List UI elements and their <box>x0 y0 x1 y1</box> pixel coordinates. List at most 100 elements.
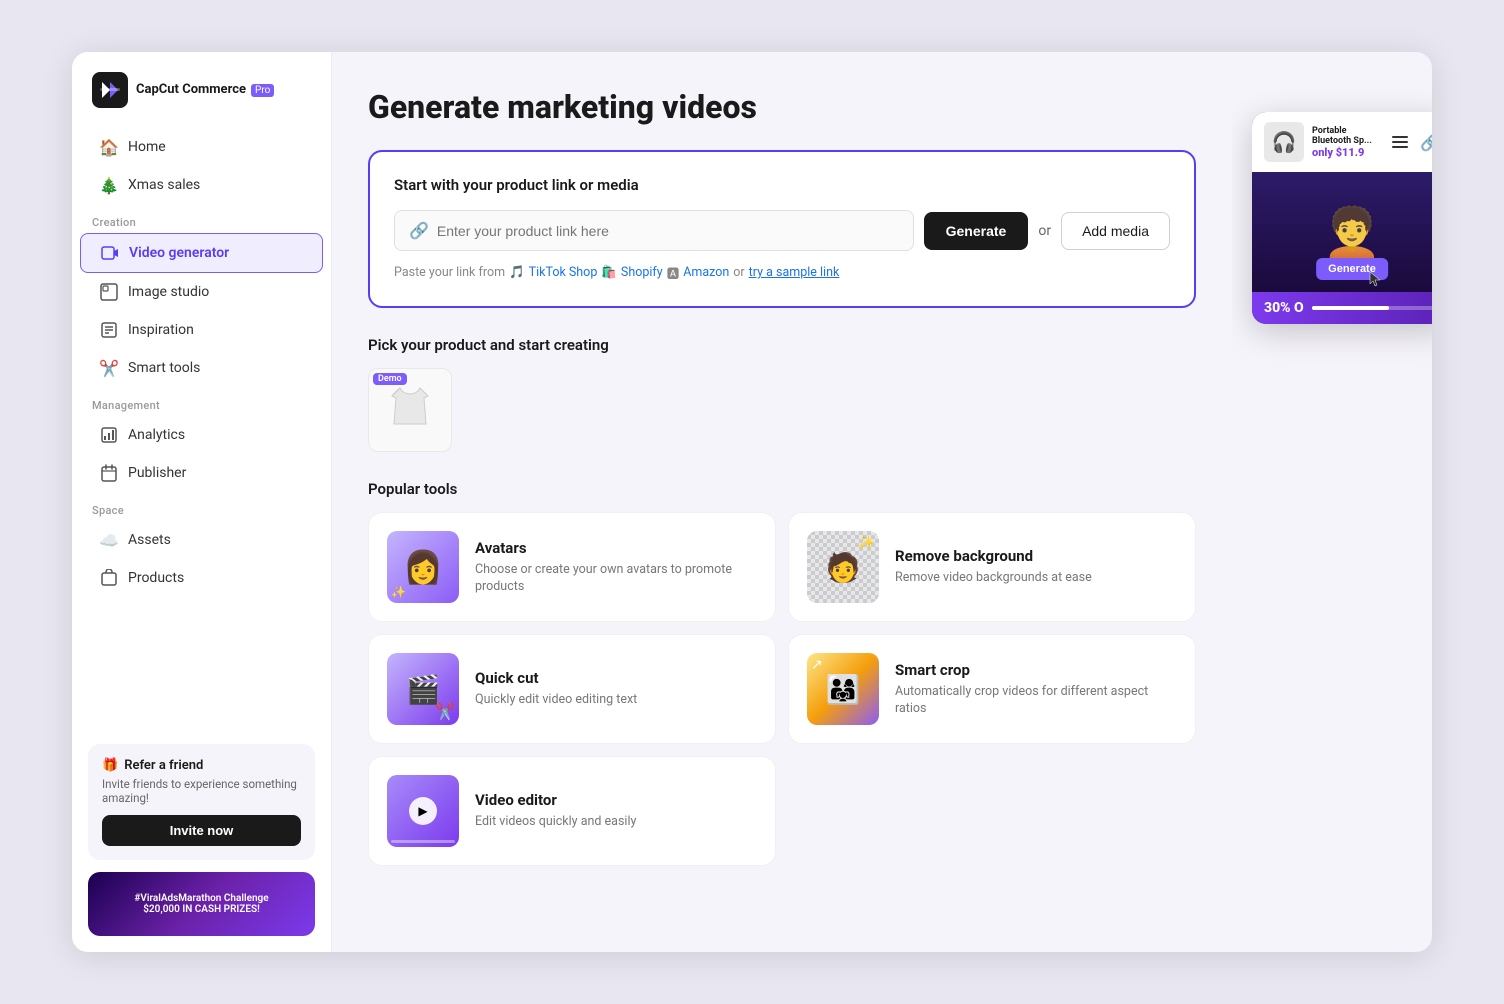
sidebar-item-assets-label: Assets <box>128 532 171 548</box>
sidebar-item-home[interactable]: 🏠 Home <box>80 128 323 166</box>
sidebar-item-products[interactable]: Products <box>80 559 323 597</box>
tool-thumb-quickcut: 🎬 ✂️ <box>387 653 459 725</box>
preview-link-icon: 🔗 <box>1420 133 1432 152</box>
tool-card-smart-crop[interactable]: 👨‍👩‍👧 ↗ Smart crop Automatically crop vi… <box>788 634 1196 744</box>
try-sample-link[interactable]: try a sample link <box>749 265 840 280</box>
remove-bg-person: 🧑 <box>826 551 861 584</box>
preview-video-area: 🧑‍🦱 ✦ ✦ Generate <box>1252 172 1432 292</box>
tool-desc-remove-background: Remove video backgrounds at ease <box>895 569 1177 587</box>
amazon-link[interactable]: Amazon <box>683 265 729 280</box>
sidebar-item-products-label: Products <box>128 570 184 586</box>
preview-product-info: Portable Bluetooth Sp... only $11.9 <box>1312 126 1380 159</box>
logo-pro-badge: Pro <box>251 84 274 97</box>
tools-grid: 👩 ✨ Avatars Choose or create your own av… <box>368 512 1196 866</box>
crop-people-icon: 👨‍👩‍👧 <box>826 673 861 706</box>
sidebar-item-inspiration[interactable]: Inspiration <box>80 311 323 349</box>
page-title: Generate marketing videos <box>368 88 1196 126</box>
analytics-icon <box>100 426 118 444</box>
tool-thumb-remove-bg: 🧑 ✨ <box>807 531 879 603</box>
product-grid: Demo <box>368 368 1196 452</box>
logo-area: CapCut Commerce Pro <box>72 72 331 128</box>
tool-desc-smart-crop: Automatically crop videos for different … <box>895 683 1177 718</box>
sale-progress-bar <box>1312 306 1432 310</box>
tool-name-avatars: Avatars <box>475 539 757 557</box>
management-section-label: Management <box>72 387 331 416</box>
tool-name-remove-background: Remove background <box>895 547 1177 565</box>
tiktokshop-link[interactable]: TikTok Shop <box>529 265 598 280</box>
sidebar-item-image-studio-label: Image studio <box>128 284 209 300</box>
product-link-input[interactable] <box>437 223 899 239</box>
creation-section-label: Creation <box>72 204 331 233</box>
invite-button[interactable]: Invite now <box>102 815 301 846</box>
preview-sale-text: 30% O <box>1264 300 1304 316</box>
link-input-wrap[interactable]: 🔗 <box>394 210 914 251</box>
sale-progress-fill <box>1312 306 1389 310</box>
avatar-badge-icon: ✨ <box>391 585 406 599</box>
cursor-indicator <box>1368 270 1382 288</box>
product-card-shirt[interactable]: Demo <box>368 368 452 452</box>
preview-card: 🎧 Portable Bluetooth Sp... only $11.9 🔗 … <box>1252 112 1432 324</box>
assets-icon: ☁️ <box>100 531 118 549</box>
timeline-bar <box>391 840 455 843</box>
tool-name-quick-cut: Quick cut <box>475 669 757 687</box>
sidebar-item-analytics[interactable]: Analytics <box>80 416 323 454</box>
promo-hashtag: #ViralAdsMarathon Challenge <box>134 893 268 904</box>
sidebar-item-assets[interactable]: ☁️ Assets <box>80 521 323 559</box>
preview-product-price: only $11.9 <box>1312 146 1380 159</box>
tool-info-quick-cut: Quick cut Quickly edit video editing tex… <box>475 669 757 709</box>
tool-thumb-smart-crop: 👨‍👩‍👧 ↗ <box>807 653 879 725</box>
sidebar-bottom: 🎁 Refer a friend Invite friends to exper… <box>72 728 331 952</box>
sidebar-item-analytics-label: Analytics <box>128 427 185 443</box>
sidebar-item-image-studio[interactable]: Image studio <box>80 273 323 311</box>
or-text: or <box>1038 223 1051 239</box>
sidebar-item-video-generator-label: Video generator <box>129 245 229 261</box>
refer-card: 🎁 Refer a friend Invite friends to exper… <box>88 744 315 860</box>
generate-button[interactable]: Generate <box>924 212 1029 250</box>
product-link-subtitle: Start with your product link or media <box>394 176 1170 194</box>
tool-name-video-editor: Video editor <box>475 791 757 809</box>
demo-badge: Demo <box>373 373 407 385</box>
sidebar-item-smart-tools-label: Smart tools <box>128 360 200 376</box>
preview-product-name: Portable Bluetooth Sp... <box>1312 126 1380 146</box>
xmas-icon: 🎄 <box>100 176 118 194</box>
sidebar-item-inspiration-label: Inspiration <box>128 322 194 338</box>
tool-info-avatars: Avatars Choose or create your own avatar… <box>475 539 757 596</box>
image-studio-icon <box>100 283 118 301</box>
sidebar-item-smart-tools[interactable]: ✂️ Smart tools <box>80 349 323 387</box>
paste-hint: Paste your link from 🎵 TikTok Shop 🛍️ Sh… <box>394 263 1170 282</box>
logo-name: CapCut Commerce <box>136 82 246 98</box>
sidebar-item-publisher[interactable]: Publisher <box>80 454 323 492</box>
tool-thumb-avatars: 👩 ✨ <box>387 531 459 603</box>
pick-product-title: Pick your product and start creating <box>368 336 1196 354</box>
tool-card-avatars[interactable]: 👩 ✨ Avatars Choose or create your own av… <box>368 512 776 622</box>
tool-card-remove-background[interactable]: 🧑 ✨ Remove background Remove video backg… <box>788 512 1196 622</box>
sidebar: CapCut Commerce Pro 🏠 Home 🎄 Xmas sales … <box>72 52 332 952</box>
sparkle-icon: ✨ <box>858 535 875 551</box>
sidebar-item-video-generator[interactable]: Video generator <box>80 233 323 273</box>
tool-desc-video-editor: Edit videos quickly and easily <box>475 813 757 831</box>
refer-title: 🎁 Refer a friend <box>102 758 301 773</box>
tool-info-video-editor: Video editor Edit videos quickly and eas… <box>475 791 757 831</box>
sidebar-item-publisher-label: Publisher <box>128 465 186 481</box>
tool-desc-avatars: Choose or create your own avatars to pro… <box>475 561 757 596</box>
space-section-label: Space <box>72 492 331 521</box>
refer-description: Invite friends to experience something a… <box>102 777 301 805</box>
tool-card-video-editor[interactable]: ▶ Video editor Edit videos quickly and e… <box>368 756 776 866</box>
cut-icon: 🎬 <box>406 673 441 706</box>
crop-arrow-icon: ↗ <box>811 657 823 673</box>
sidebar-item-xmas[interactable]: 🎄 Xmas sales <box>80 166 323 204</box>
tool-desc-quick-cut: Quickly edit video editing text <box>475 691 757 709</box>
popular-tools-title: Popular tools <box>368 480 1196 498</box>
input-row: 🔗 Generate or Add media <box>394 210 1170 251</box>
promo-banner[interactable]: #ViralAdsMarathon Challenge $20,000 IN C… <box>88 872 315 936</box>
products-icon <box>100 569 118 587</box>
tool-info-smart-crop: Smart crop Automatically crop videos for… <box>895 661 1177 718</box>
smart-tools-icon: ✂️ <box>100 359 118 377</box>
sidebar-item-xmas-label: Xmas sales <box>128 177 200 193</box>
home-icon: 🏠 <box>100 138 118 156</box>
shopify-link[interactable]: Shopify <box>621 265 663 280</box>
add-media-button[interactable]: Add media <box>1061 212 1170 250</box>
scissors-icon: ✂️ <box>435 702 455 721</box>
link-icon: 🔗 <box>409 221 429 240</box>
tool-card-quick-cut[interactable]: 🎬 ✂️ Quick cut Quickly edit video editin… <box>368 634 776 744</box>
